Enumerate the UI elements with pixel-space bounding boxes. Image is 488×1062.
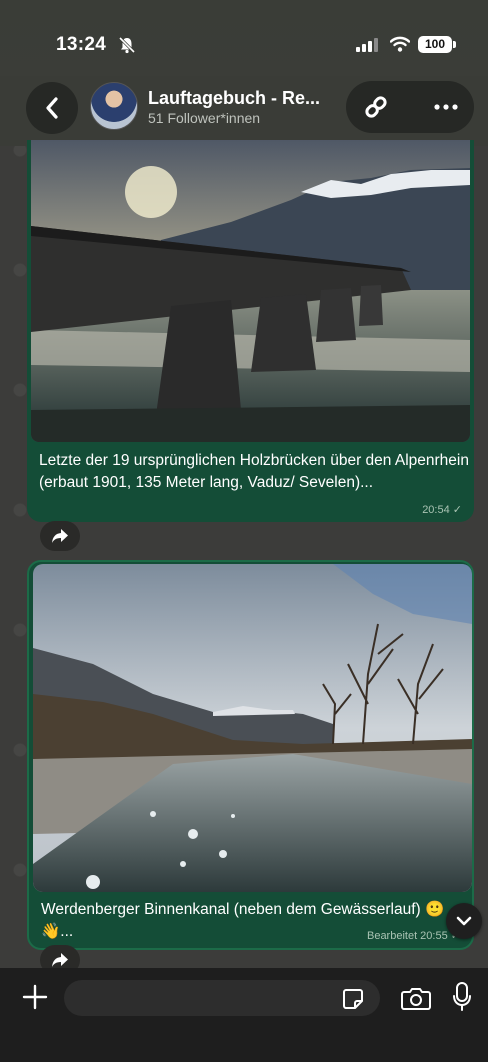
channel-title[interactable]: Lauftagebuch - Re... [148,88,320,109]
chevron-left-icon [46,97,58,119]
channel-header: Lauftagebuch - Re... 51 Follower*innen [0,76,488,146]
message-input[interactable] [64,980,380,1016]
link-icon[interactable] [362,93,390,121]
header-actions [346,81,474,133]
message-photo-bridge[interactable] [31,140,470,442]
status-time: 13:24 [56,34,107,55]
back-button[interactable] [26,82,78,134]
cell-signal-icon [356,38,378,52]
forward-arrow-icon [52,529,68,543]
channel-follower-count: 51 Follower*innen [148,110,261,126]
forward-arrow-icon [52,953,68,967]
message-photo-canal[interactable] [33,564,472,892]
message-bubble[interactable]: Werdenberger Binnenkanal (neben dem Gewä… [27,560,474,950]
battery-indicator: 100 [418,36,456,53]
camera-icon[interactable] [401,986,431,1010]
message-composer [0,968,488,1062]
wifi-icon [390,36,410,52]
canal-photo-image [33,564,472,892]
status-bar: 13:24 100 [0,0,488,82]
more-options-icon[interactable] [432,95,460,119]
sticker-icon[interactable] [342,988,364,1010]
bridge-photo-image [31,140,470,442]
scroll-to-bottom-button[interactable] [446,903,482,939]
forward-button[interactable] [40,521,80,551]
microphone-icon[interactable] [452,982,472,1012]
message-caption: Letzte der 19 ursprünglichen Holzbrücken… [39,452,469,491]
chevron-down-icon [456,916,472,926]
channel-avatar[interactable] [90,82,138,130]
message-timestamp: 20:54 ✓ [422,504,462,516]
message-timestamp: Bearbeitet 20:55 ✓ [366,930,460,942]
message-bubble[interactable]: Letzte der 19 ursprünglichen Holzbrücken… [27,140,474,522]
bell-muted-icon [118,36,136,54]
plus-icon[interactable] [22,984,48,1010]
